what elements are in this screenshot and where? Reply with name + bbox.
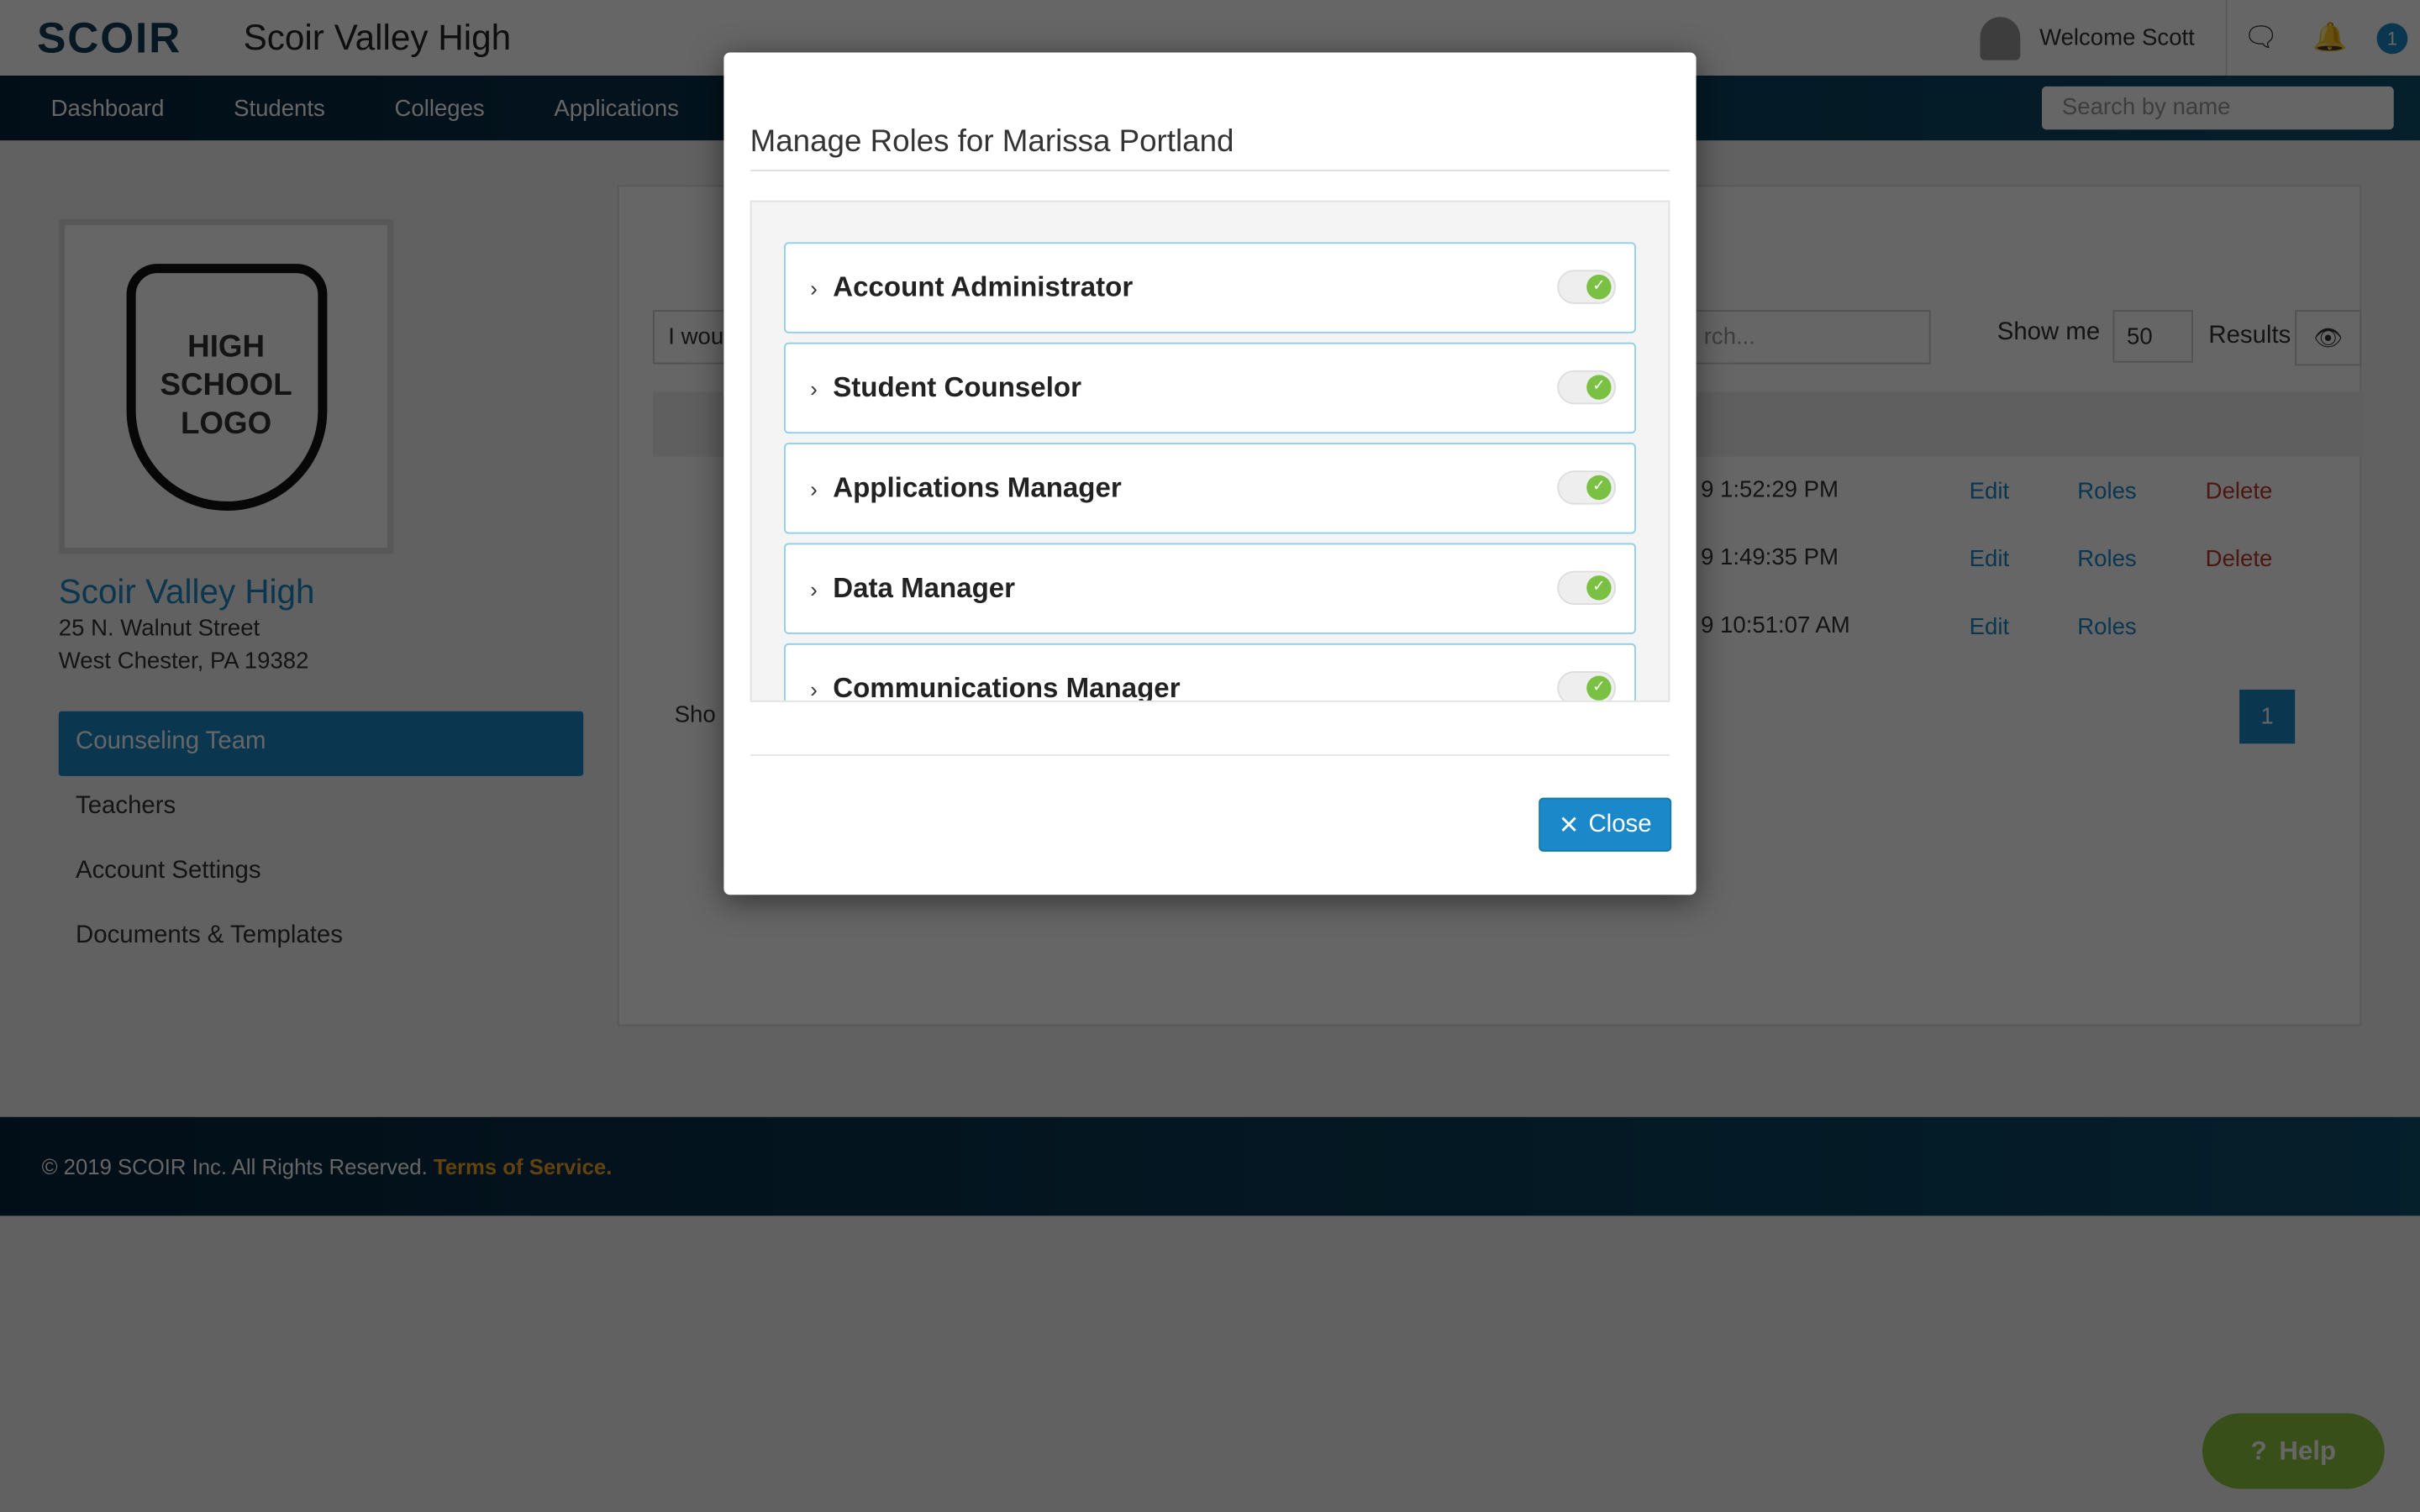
edit-button[interactable]: Edit: [1970, 478, 2009, 504]
role-communications-manager[interactable]: › Communications Manager ✓: [784, 643, 1636, 701]
nav-colleges[interactable]: Colleges: [394, 95, 484, 121]
footer: © 2019 SCOIR Inc. All Rights Reserved. T…: [0, 1116, 2420, 1216]
close-button[interactable]: ✕ Close: [1539, 797, 1672, 852]
role-applications-manager[interactable]: › Applications Manager ✓: [784, 443, 1636, 534]
check-icon: ✓: [1586, 274, 1612, 300]
role-toggle[interactable]: ✓: [1557, 470, 1617, 505]
nav-dashboard[interactable]: Dashboard: [51, 95, 165, 121]
roles-button[interactable]: Roles: [2077, 546, 2136, 572]
check-icon: ✓: [1586, 575, 1612, 601]
role-student-counselor[interactable]: › Student Counselor ✓: [784, 342, 1636, 434]
edit-button[interactable]: Edit: [1970, 546, 2009, 572]
close-icon: ✕: [1558, 812, 1580, 839]
show-me-label: Show me: [1996, 319, 2101, 346]
chevron-right-icon: ›: [810, 375, 818, 401]
chevron-right-icon: ›: [810, 576, 818, 601]
results-label: Results: [2208, 322, 2291, 349]
nav-students[interactable]: Students: [234, 95, 325, 121]
delete-button[interactable]: Delete: [2206, 478, 2273, 504]
check-icon: ✓: [1586, 375, 1612, 400]
role-toggle[interactable]: ✓: [1557, 270, 1617, 304]
edit-button[interactable]: Edit: [1970, 614, 2009, 640]
role-toggle[interactable]: ✓: [1557, 370, 1617, 405]
show-label: Sho: [674, 701, 716, 728]
check-icon: ✓: [1586, 475, 1612, 501]
row-time: 9 1:49:35 PM: [1701, 544, 1839, 571]
notification-badge[interactable]: 1: [2376, 22, 2408, 54]
chevron-right-icon: ›: [810, 676, 818, 701]
page-1-button[interactable]: 1: [2239, 690, 2296, 744]
school-name[interactable]: Scoir Valley High: [59, 572, 583, 612]
row-time: 9 1:52:29 PM: [1701, 476, 1839, 503]
row-time: 9 10:51:07 AM: [1701, 612, 1850, 639]
check-icon: ✓: [1586, 675, 1612, 701]
help-button[interactable]: ? Help: [2202, 1413, 2385, 1489]
terms-link[interactable]: Terms of Service.: [434, 1154, 612, 1179]
roles-button[interactable]: Roles: [2077, 614, 2136, 640]
messages-icon[interactable]: 🗨: [2225, 0, 2296, 76]
scoir-logo[interactable]: SCOIR: [37, 13, 182, 63]
sidebar-item-teachers[interactable]: Teachers: [59, 776, 583, 841]
role-data-manager[interactable]: › Data Manager ✓: [784, 543, 1636, 634]
school-title: Scoir Valley High: [243, 17, 512, 57]
address-line: West Chester, PA 19382: [58, 648, 309, 675]
sidebar-item-documents[interactable]: Documents & Templates: [59, 906, 583, 970]
role-toggle[interactable]: ✓: [1557, 570, 1617, 605]
role-toggle[interactable]: ✓: [1557, 670, 1617, 701]
bell-icon[interactable]: 🔔: [2295, 0, 2365, 76]
chevron-right-icon: ›: [810, 475, 818, 501]
question-icon: ?: [2250, 1436, 2267, 1465]
roles-list[interactable]: › Account Administrator ✓ › Student Counsel…: [750, 200, 1670, 702]
user-menu[interactable]: Welcome Scott: [2039, 24, 2195, 50]
sidebar-item-counseling-team[interactable]: Counseling Team: [58, 711, 584, 776]
manage-roles-modal: Manage Roles for Marissa Portland › Accou…: [723, 52, 1697, 895]
sidebar-item-account-settings[interactable]: Account Settings: [59, 841, 583, 906]
address-line: 25 N. Walnut Street: [58, 615, 260, 643]
eye-icon[interactable]: 👁: [2295, 310, 2362, 366]
modal-divider: [750, 754, 1670, 756]
chevron-right-icon: ›: [810, 275, 818, 301]
school-logo: HIGH SCHOOL LOGO: [58, 218, 394, 554]
roles-button[interactable]: Roles: [2077, 478, 2136, 504]
nav-applications[interactable]: Applications: [554, 95, 679, 121]
page-size-select[interactable]: 50: [2112, 310, 2193, 363]
avatar: [1981, 16, 2022, 60]
delete-button[interactable]: Delete: [2206, 546, 2273, 572]
modal-title: Manage Roles for Marissa Portland: [750, 125, 1670, 171]
search-input[interactable]: Search by name: [2041, 86, 2394, 130]
role-account-administrator[interactable]: › Account Administrator ✓: [784, 242, 1636, 333]
table-search[interactable]: rch...: [1686, 310, 1931, 365]
